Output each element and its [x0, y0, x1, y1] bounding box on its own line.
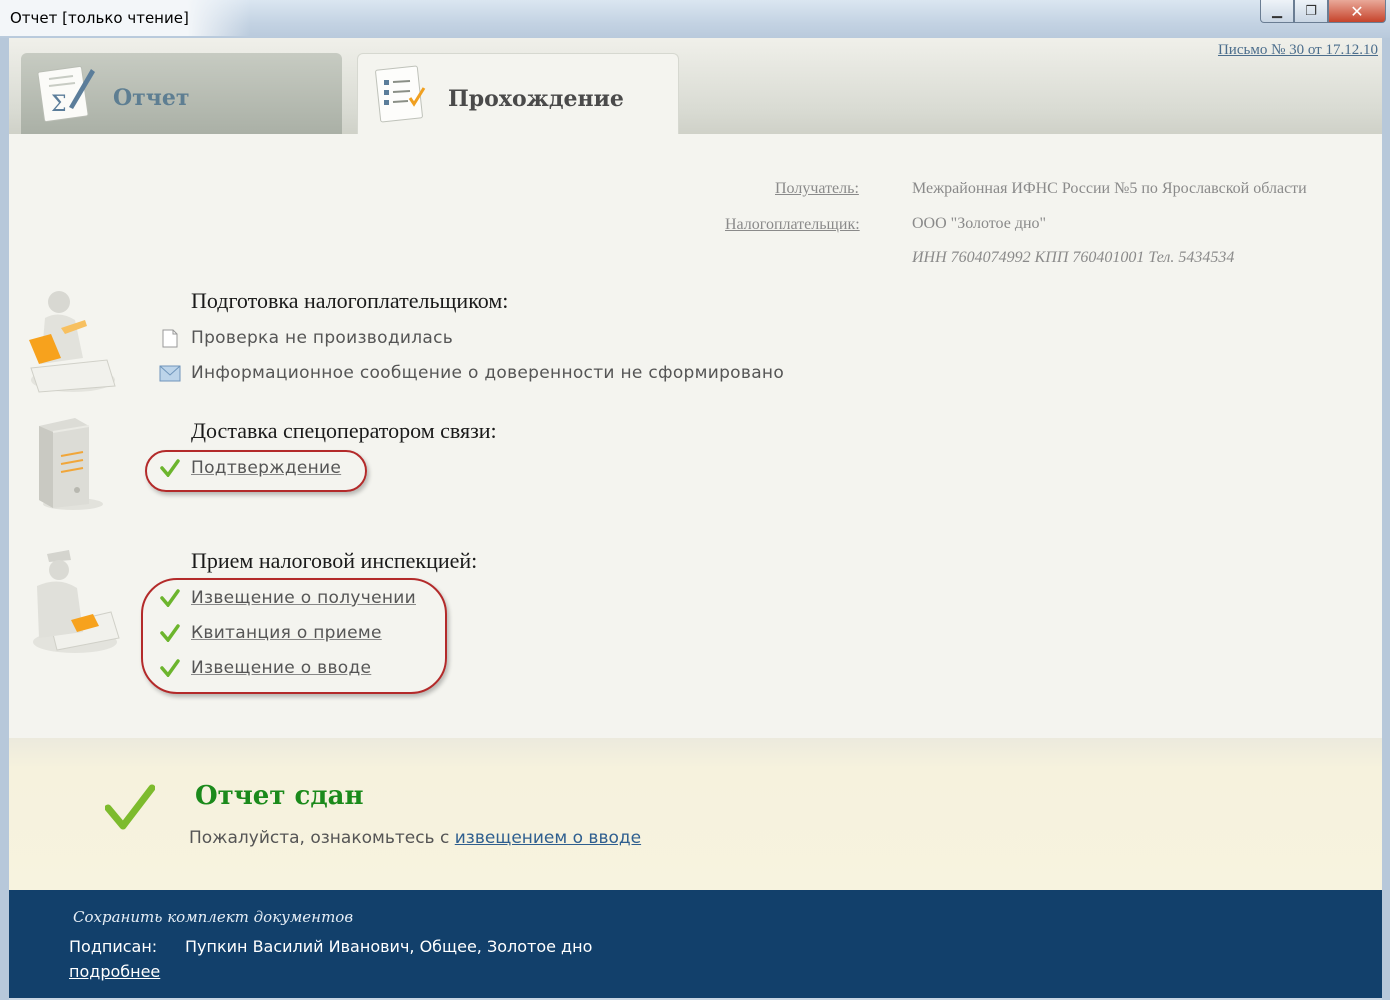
minimize-icon: ▁ — [1272, 3, 1282, 19]
section-title-acceptance: Прием налоговой инспекцией: — [191, 548, 478, 573]
signed-value: Пупкин Василий Иванович, Общее, Золотое … — [185, 937, 593, 956]
window-content: Σ Отчет Прохождение Письмо № 30 от 17.12… — [9, 38, 1382, 998]
list-item[interactable]: Квитанция о приеме — [159, 620, 382, 646]
receipt-notice-link[interactable]: Извещение о получении — [191, 588, 416, 608]
checkmark-icon — [159, 457, 181, 479]
status-title: Отчет сдан — [195, 781, 364, 811]
server-icon — [39, 418, 103, 510]
save-documents-link[interactable]: Сохранить комплект документов — [73, 908, 353, 926]
status-message-text: Пожалуйста, ознакомьтесь с — [189, 828, 455, 848]
input-notice-link[interactable]: Извещение о вводе — [191, 658, 371, 678]
section-title-preparation: Подготовка налогоплательщиком: — [191, 288, 509, 313]
taxpayer-details: ИНН 7604074992 КПП 760401001 Тел. 543453… — [912, 249, 1235, 266]
footer-panel: Сохранить комплект документов Подписан: … — [9, 890, 1382, 998]
taxpayer-figure-icon — [29, 291, 116, 393]
title-area: Отчет [только чтение] — [0, 0, 250, 36]
report-sum-icon: Σ — [37, 65, 95, 123]
details-link[interactable]: подробнее — [69, 962, 160, 981]
inspector-figure-icon — [33, 550, 120, 653]
taxpayer-label: Налогоплательщик: — [725, 216, 860, 233]
section-title-delivery: Доставка спецоператором связи: — [191, 418, 497, 443]
checkmark-icon — [159, 657, 181, 679]
recipient-value: Межрайонная ИФНС России №5 по Ярославско… — [912, 180, 1307, 197]
acceptance-receipt-link[interactable]: Квитанция о приеме — [191, 623, 382, 643]
big-checkmark-icon — [105, 784, 155, 830]
tab-report[interactable]: Σ Отчет — [21, 53, 342, 134]
maximize-icon: ❐ — [1305, 3, 1317, 19]
checkmark-icon — [159, 587, 181, 609]
list-item[interactable]: Извещение о получении — [159, 585, 416, 611]
tab-report-label: Отчет — [113, 85, 190, 111]
checklist-icon — [375, 65, 426, 123]
signed-label: Подписан: — [69, 937, 158, 956]
window-frame-left — [0, 38, 9, 1000]
checkmark-icon — [159, 622, 181, 644]
maximize-button[interactable]: ❐ — [1294, 0, 1328, 23]
envelope-icon — [159, 362, 181, 384]
window-controls: ▁ ❐ ✕ — [1260, 0, 1386, 24]
window-titlebar: Отчет [только чтение] ▁ ❐ ✕ — [0, 0, 1390, 38]
list-item[interactable]: Извещение о вводе — [159, 655, 371, 681]
item-text: Информационное сообщение о доверенности … — [191, 363, 785, 383]
document-icon — [159, 327, 181, 349]
tab-bar: Σ Отчет Прохождение Письмо № 30 от 17.12… — [9, 38, 1382, 134]
window-frame-right — [1382, 38, 1390, 1000]
status-input-notice-link[interactable]: извещением о вводе — [455, 828, 641, 848]
status-panel: Отчет сдан Пожалуйста, ознакомьтесь с из… — [9, 738, 1382, 890]
list-item: Проверка не производилась — [159, 325, 453, 351]
svg-text:Σ: Σ — [51, 92, 67, 117]
close-button[interactable]: ✕ — [1328, 0, 1386, 23]
list-item: Информационное сообщение о доверенности … — [159, 360, 784, 386]
status-message: Пожалуйста, ознакомьтесь с извещением о … — [189, 828, 641, 848]
letter-link[interactable]: Письмо № 30 от 17.12.10 — [1218, 42, 1378, 59]
recipient-label: Получатель: — [775, 180, 859, 197]
confirmation-link[interactable]: Подтверждение — [191, 458, 341, 478]
minimize-button[interactable]: ▁ — [1260, 0, 1294, 23]
item-text: Проверка не производилась — [191, 328, 454, 348]
window-title: Отчет [только чтение] — [10, 9, 189, 27]
tab-passage[interactable]: Прохождение — [357, 53, 679, 134]
tab-passage-label: Прохождение — [448, 86, 624, 112]
taxpayer-value: ООО "Золотое дно" — [912, 215, 1047, 232]
list-item[interactable]: Подтверждение — [159, 455, 341, 481]
close-icon: ✕ — [1350, 1, 1364, 21]
